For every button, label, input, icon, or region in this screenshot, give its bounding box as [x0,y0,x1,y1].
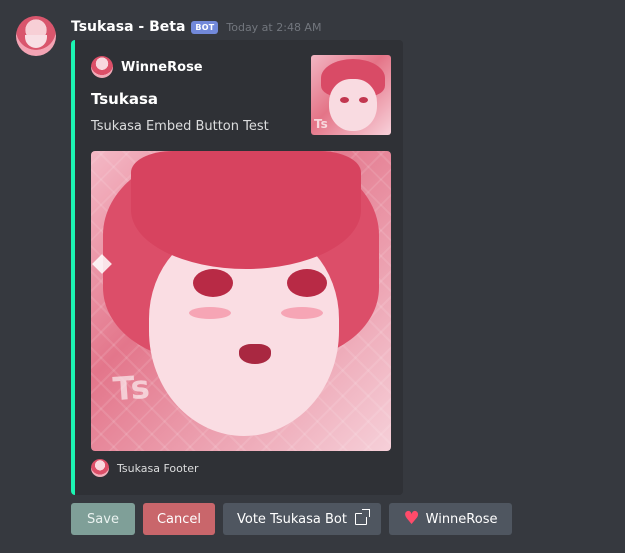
cancel-button-label: Cancel [156,511,202,527]
embed: WinneRose Tsukasa Tsukasa Embed Button T… [71,40,403,495]
author-avatar [91,56,113,78]
cancel-button[interactable]: Cancel [143,503,215,535]
heart-icon: ♥ [403,508,420,529]
embed-description: Tsukasa Embed Button Test [91,119,269,134]
image-watermark: Ts [111,367,151,409]
save-button[interactable]: Save [71,503,135,535]
timestamp: Today at 2:48 AM [226,20,322,34]
bot-tag: BOT [191,20,219,34]
save-button-label: Save [87,511,119,527]
footer-text: Tsukasa Footer [117,461,199,475]
embed-author: WinneRose [91,56,203,78]
bot-username[interactable]: Tsukasa - Beta [71,19,185,35]
external-link-icon [354,509,370,525]
vote-link-button[interactable]: Vote Tsukasa Bot [223,503,381,535]
embed-footer: Tsukasa Footer [91,459,199,477]
winnerose-button[interactable]: ♥ WinneRose [389,503,512,535]
embed-image[interactable]: Ts [91,151,391,451]
bot-avatar[interactable] [16,16,56,56]
thumbnail-watermark: Ts [314,117,328,131]
button-row: Save Cancel Vote Tsukasa Bot ♥ WinneRose [71,503,520,535]
author-name: WinneRose [121,59,203,75]
message-header: Tsukasa - Beta BOT Today at 2:48 AM [71,17,321,37]
embed-thumbnail[interactable]: Ts [311,55,391,135]
footer-icon [91,459,109,477]
embed-title: Tsukasa [91,90,158,108]
winnerose-button-label: WinneRose [425,511,498,527]
vote-button-label: Vote Tsukasa Bot [237,511,347,527]
